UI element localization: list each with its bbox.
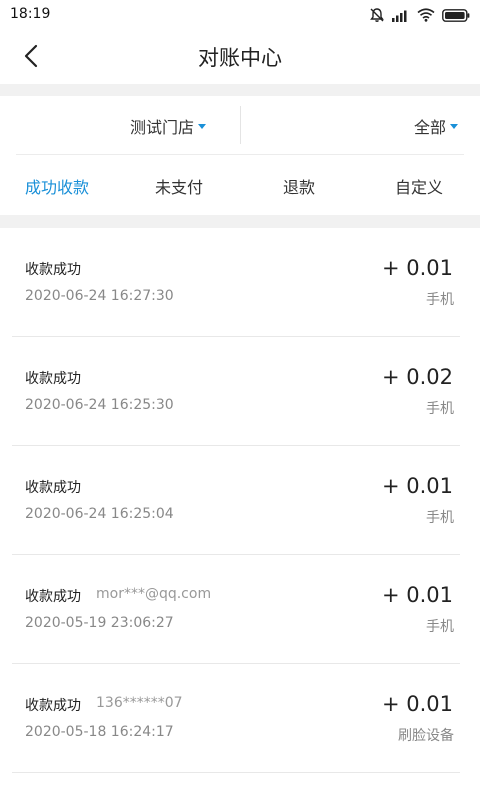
list-item[interactable]: 收款成功 mor***@qq.com 2020-05-19 23:06:27 +… [0,555,480,664]
transaction-amount: + 0.01 [381,583,453,607]
transaction-time: 2020-06-24 16:25:04 [25,506,174,522]
list-item[interactable]: 收款成功 2020-06-24 16:27:30 + 0.01 手机 [0,228,480,337]
transaction-amount: + 0.02 [381,365,453,389]
list-item[interactable]: 收款成功 2020-06-24 16:25:30 + 0.02 手机 [0,337,480,446]
scope-select[interactable]: 全部 [414,114,458,138]
bell-off-icon [369,7,385,23]
transaction-source: 手机 [426,401,454,417]
store-select-label: 测试门店 [130,118,195,137]
transaction-status: 收款成功 [25,262,81,278]
caret-down-icon [450,124,458,129]
transaction-time: 2020-05-18 16:24:17 [25,724,174,740]
wifi-icon [417,8,435,22]
tab-label: 成功收款 [25,178,90,197]
transaction-time: 2020-05-19 23:06:27 [25,615,174,631]
tab-custom[interactable]: 自定义 [395,174,443,198]
transaction-time: 2020-06-24 16:25:30 [25,397,174,413]
transaction-source: 手机 [426,510,454,526]
tab-bar: 成功收款 未支付 退款 自定义 [0,155,480,215]
battery-icon [442,8,470,22]
page-title: 对账中心 [198,46,282,70]
status-icons [369,6,470,24]
scope-select-label: 全部 [413,118,446,137]
transaction-time: 2020-06-24 16:27:30 [25,288,174,304]
list-item[interactable]: 收款成功 2020-06-24 16:25:04 + 0.01 手机 [0,446,480,555]
transaction-amount: + 0.01 [381,256,453,280]
transaction-source: 手机 [426,292,454,308]
section-divider [0,84,480,96]
tab-success[interactable]: 成功收款 [25,174,89,198]
list-item[interactable]: 收款成功 136******07 2020-05-18 16:24:17 + 0… [0,664,480,773]
caret-down-icon [198,124,207,129]
transaction-status: 收款成功 [25,480,81,496]
transaction-account: 136******07 [96,695,183,711]
transaction-account: mor***@qq.com [96,586,212,602]
transaction-source: 手机 [426,619,454,635]
list-divider [12,772,460,773]
signal-icon [392,9,410,22]
tab-label: 未支付 [155,178,204,197]
nav-bar: 对账中心 [0,30,480,82]
status-bar: 18:19 [0,0,480,30]
tab-label: 自定义 [395,178,444,197]
transaction-status: 收款成功 [25,698,81,714]
transaction-amount: + 0.01 [381,692,453,716]
transaction-status: 收款成功 [25,589,81,605]
transaction-status: 收款成功 [25,371,81,387]
transaction-list: 收款成功 2020-06-24 16:27:30 + 0.01 手机 收款成功 … [0,228,480,773]
filter-divider [240,106,241,144]
transaction-source: 刷脸设备 [398,728,454,744]
transaction-amount: + 0.01 [381,474,453,498]
section-divider [0,215,480,228]
tab-refund[interactable]: 退款 [283,174,315,198]
status-time: 18:19 [10,6,51,22]
tab-label: 退款 [283,178,316,197]
filter-row: 测试门店 全部 [0,96,480,154]
tab-unpaid[interactable]: 未支付 [155,174,203,198]
store-select[interactable]: 测试门店 [130,114,207,138]
